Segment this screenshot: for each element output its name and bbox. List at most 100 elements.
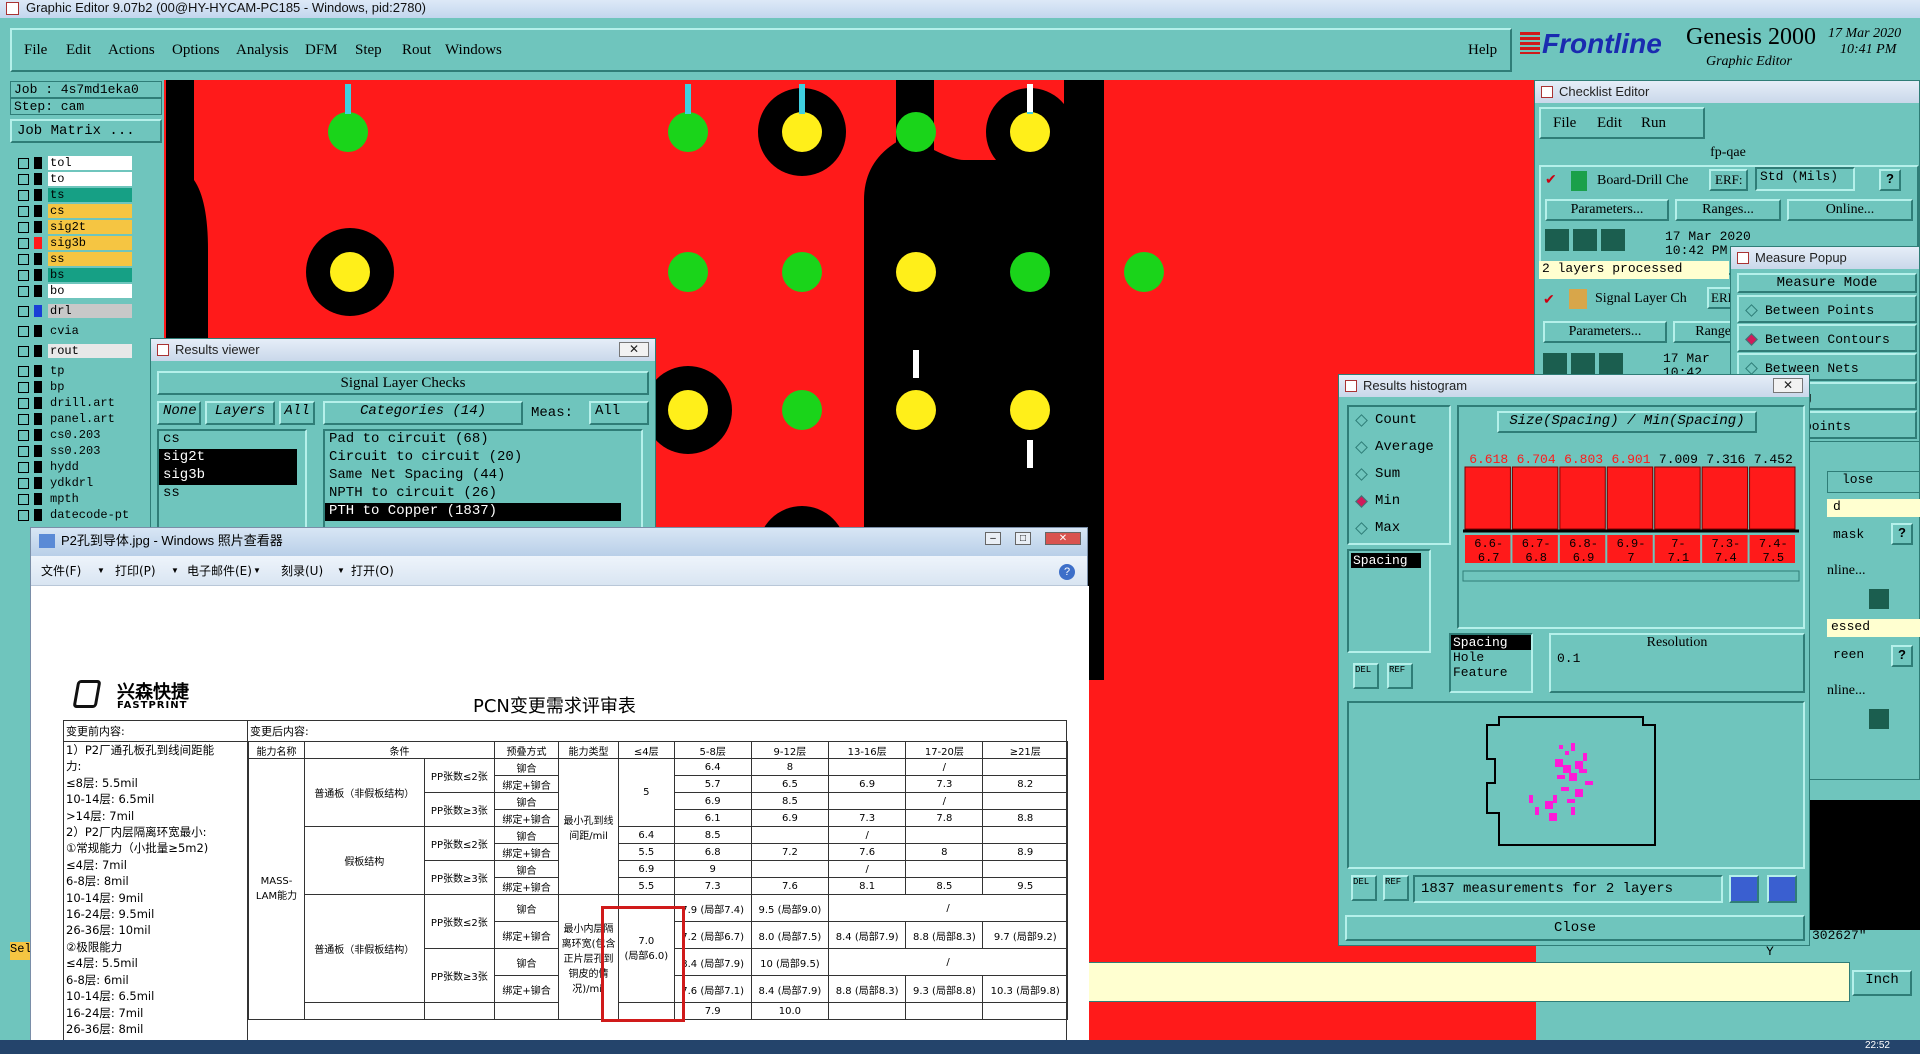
histogram-mode-option[interactable]: Average bbox=[1349, 434, 1449, 461]
layer-checkbox[interactable] bbox=[18, 382, 29, 393]
layer-row[interactable]: sig3b bbox=[12, 235, 132, 251]
layer-name[interactable]: sig3b bbox=[48, 236, 132, 250]
layer-checkbox[interactable] bbox=[18, 238, 29, 249]
layer-checkbox[interactable] bbox=[18, 346, 29, 357]
layer-name[interactable]: datecode-pt bbox=[48, 508, 132, 522]
layer-row[interactable]: sig2t bbox=[12, 219, 132, 235]
layer-name[interactable]: panel.art bbox=[48, 412, 132, 426]
layer-list-item[interactable]: sig2t bbox=[159, 449, 297, 467]
zoom-icon[interactable] bbox=[1869, 589, 1889, 609]
category-item[interactable]: Pad to circuit (68) bbox=[325, 431, 621, 449]
plated-hole[interactable] bbox=[668, 390, 708, 430]
layer-checkbox[interactable] bbox=[18, 326, 29, 337]
layer-checkbox[interactable] bbox=[18, 414, 29, 425]
run-icon[interactable] bbox=[1599, 353, 1623, 375]
plated-hole[interactable] bbox=[1010, 390, 1050, 430]
help-icon[interactable]: ? bbox=[1891, 523, 1913, 545]
histogram-mode-option[interactable]: Sum bbox=[1349, 461, 1449, 488]
layer-checkbox[interactable] bbox=[18, 398, 29, 409]
layer-checkbox[interactable] bbox=[18, 462, 29, 473]
plated-hole[interactable] bbox=[1010, 112, 1050, 152]
field-item[interactable]: Spacing bbox=[1351, 553, 1421, 568]
via-pad[interactable] bbox=[668, 252, 708, 292]
del-button[interactable]: DEL bbox=[1353, 663, 1379, 689]
run-icon[interactable] bbox=[1543, 353, 1567, 375]
plated-hole[interactable] bbox=[896, 390, 936, 430]
layer-name[interactable]: tp bbox=[48, 364, 132, 378]
board-preview[interactable] bbox=[1347, 701, 1805, 869]
layer-row[interactable]: drill.art bbox=[12, 395, 132, 411]
layer-checkbox[interactable] bbox=[18, 206, 29, 217]
attribute-item[interactable]: Feature bbox=[1451, 665, 1531, 680]
layer-name[interactable]: tol bbox=[48, 156, 132, 170]
layer-name[interactable]: hydd bbox=[48, 460, 132, 474]
zoom-icon[interactable] bbox=[1869, 709, 1889, 729]
dropdown-arrow-icon[interactable]: ▼ bbox=[171, 556, 179, 586]
online-fragment-2[interactable]: nline... bbox=[1827, 683, 1866, 699]
menu-actions[interactable]: Actions bbox=[108, 42, 155, 59]
layer-name[interactable]: sig2t bbox=[48, 220, 132, 234]
help-icon[interactable]: ? bbox=[1059, 564, 1075, 580]
menu-help[interactable]: Help bbox=[1468, 42, 1497, 59]
histogram-chart[interactable]: 6.618 6.6-6.7 6.704 6.7-6.8 6.803 6.8-6.9 6.90… bbox=[1459, 437, 1803, 627]
layer-name[interactable]: ts bbox=[48, 188, 132, 202]
online-button[interactable]: Online... bbox=[1787, 199, 1913, 221]
check-mark-icon[interactable]: ✔ bbox=[1543, 291, 1555, 308]
layer-row[interactable]: datecode-pt bbox=[12, 507, 132, 523]
units-select[interactable]: Inch bbox=[1852, 970, 1912, 996]
layer-checkbox[interactable] bbox=[18, 222, 29, 233]
category-item[interactable]: Circuit to circuit (20) bbox=[325, 449, 621, 467]
histogram-scrollbar[interactable] bbox=[1462, 570, 1800, 582]
ref-button[interactable]: REF bbox=[1383, 875, 1409, 901]
layer-checkbox[interactable] bbox=[18, 270, 29, 281]
layer-name[interactable]: rout bbox=[48, 344, 132, 358]
layer-row[interactable]: ts bbox=[12, 187, 132, 203]
via-pad[interactable] bbox=[328, 112, 368, 152]
layer-row[interactable]: ss bbox=[12, 251, 132, 267]
layer-row[interactable]: drl bbox=[12, 303, 132, 319]
layer-name[interactable]: drill.art bbox=[48, 396, 132, 410]
layer-list-item[interactable]: cs bbox=[159, 431, 297, 449]
layer-row[interactable]: cs bbox=[12, 203, 132, 219]
run-icon[interactable] bbox=[1601, 229, 1625, 251]
layer-name[interactable]: ss bbox=[48, 252, 132, 266]
layer-checkbox[interactable] bbox=[18, 158, 29, 169]
measure-mode-option[interactable]: Between Contours bbox=[1737, 324, 1917, 352]
help-icon[interactable]: ? bbox=[1879, 169, 1901, 191]
close-icon[interactable]: ✕ bbox=[1773, 378, 1803, 393]
histogram-close-button[interactable]: Close bbox=[1345, 915, 1805, 941]
layer-checkbox[interactable] bbox=[18, 174, 29, 185]
category-item[interactable]: Same Net Spacing (44) bbox=[325, 467, 621, 485]
checklist-menu-file[interactable]: File bbox=[1553, 115, 1576, 132]
histogram-bar[interactable] bbox=[1511, 466, 1559, 530]
layer-row[interactable]: tol bbox=[12, 155, 132, 171]
layer-name[interactable]: cs0.203 bbox=[48, 428, 132, 442]
via-pad[interactable] bbox=[896, 112, 936, 152]
all-button[interactable]: All bbox=[279, 401, 315, 425]
layer-name[interactable]: bs bbox=[48, 268, 132, 282]
close-fragment[interactable]: lose bbox=[1827, 471, 1920, 493]
parameters-button[interactable]: Parameters... bbox=[1545, 199, 1669, 221]
menu-windows[interactable]: Windows bbox=[445, 42, 502, 59]
close-icon[interactable]: ✕ bbox=[1045, 532, 1081, 545]
measure-mode-option[interactable]: Between Points bbox=[1737, 295, 1917, 323]
menu-step[interactable]: Step bbox=[355, 42, 382, 59]
checklist-menu-run[interactable]: Run bbox=[1641, 115, 1666, 132]
via-pad[interactable] bbox=[782, 390, 822, 430]
category-item[interactable]: NPTH to circuit (26) bbox=[325, 485, 621, 503]
parameters-button-2[interactable]: Parameters... bbox=[1543, 321, 1667, 343]
layer-checkbox[interactable] bbox=[18, 446, 29, 457]
layer-list-item[interactable]: sig3b bbox=[159, 467, 297, 485]
ranges-button-2[interactable]: Range bbox=[1673, 321, 1733, 343]
ranges-button[interactable]: Ranges... bbox=[1675, 199, 1781, 221]
online-fragment[interactable]: nline... bbox=[1827, 563, 1866, 579]
via-pad[interactable] bbox=[1010, 252, 1050, 292]
photo-menu-item[interactable]: 打印(P) bbox=[115, 556, 156, 586]
layer-checkbox[interactable] bbox=[18, 306, 29, 317]
menu-rout[interactable]: Rout bbox=[402, 42, 431, 59]
layer-name[interactable]: cvia bbox=[48, 324, 132, 338]
del-button[interactable]: DEL bbox=[1351, 875, 1377, 901]
histogram-bar[interactable] bbox=[1559, 466, 1606, 530]
histogram-bar[interactable] bbox=[1464, 466, 1511, 530]
photo-menu-item[interactable]: 打开(O) bbox=[351, 556, 394, 586]
